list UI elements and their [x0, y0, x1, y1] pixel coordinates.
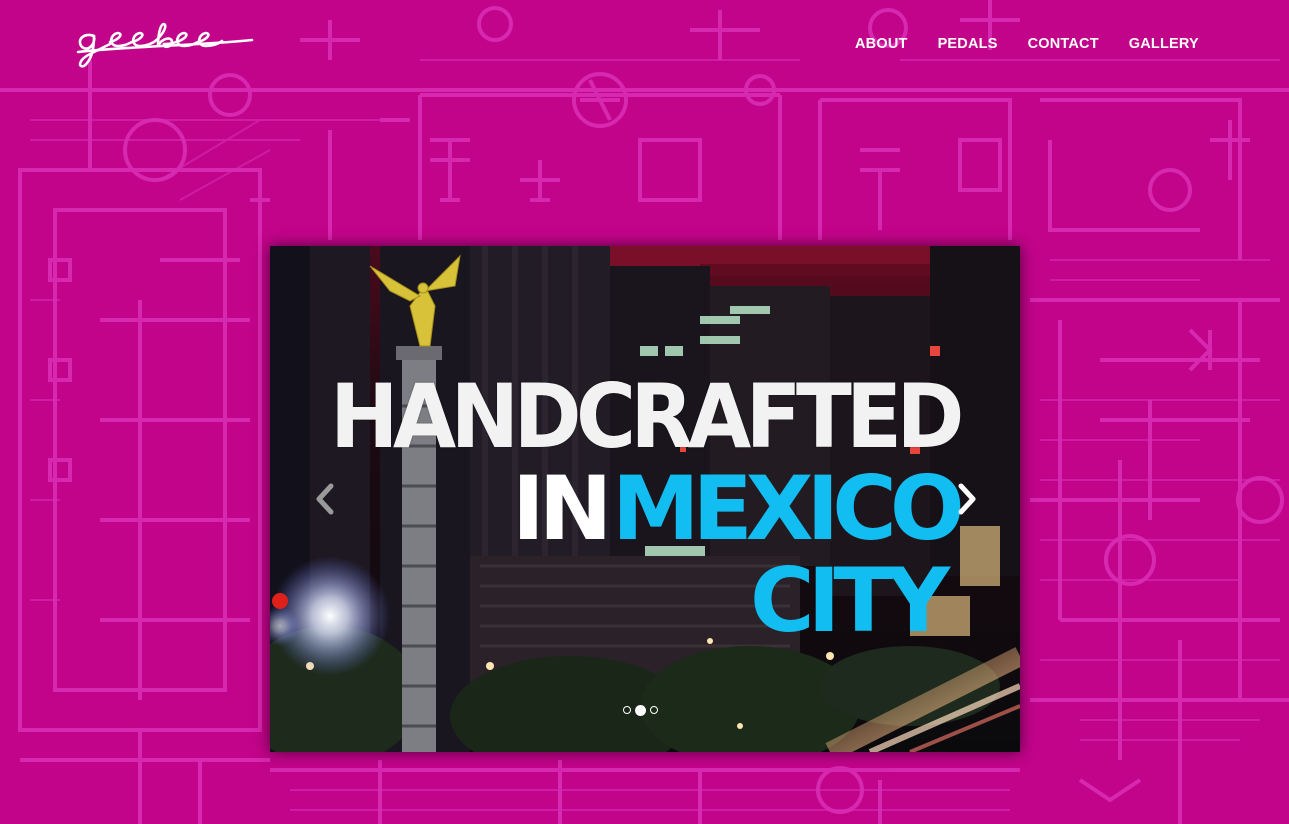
- nav-item-gallery[interactable]: GALLERY: [1129, 34, 1199, 54]
- nav-item-pedals[interactable]: PEDALS: [938, 34, 998, 54]
- nav-item-contact[interactable]: CONTACT: [1028, 34, 1099, 54]
- geebee-logo[interactable]: [72, 22, 258, 74]
- slider-dot-2-active[interactable]: [635, 704, 646, 716]
- headline-word-in: IN: [512, 457, 612, 560]
- hero-slider[interactable]: HANDCRAFTED IN MEXICO CITY: [270, 246, 1020, 752]
- nav-item-about[interactable]: ABOUT: [855, 34, 908, 54]
- headline-word-mexico: MEXICO: [612, 457, 965, 560]
- main-nav: ABOUT PEDALS CONTACT GALLERY: [855, 34, 1199, 54]
- chevron-left-icon[interactable]: [313, 482, 339, 516]
- headline-line-handcrafted: HANDCRAFTED: [330, 365, 964, 468]
- slider-pagination: [623, 704, 658, 716]
- chevron-right-icon[interactable]: [953, 482, 979, 516]
- headline-word-city: CITY: [750, 549, 950, 652]
- slider-dot-1[interactable]: [623, 706, 631, 714]
- slider-dot-3[interactable]: [650, 706, 658, 714]
